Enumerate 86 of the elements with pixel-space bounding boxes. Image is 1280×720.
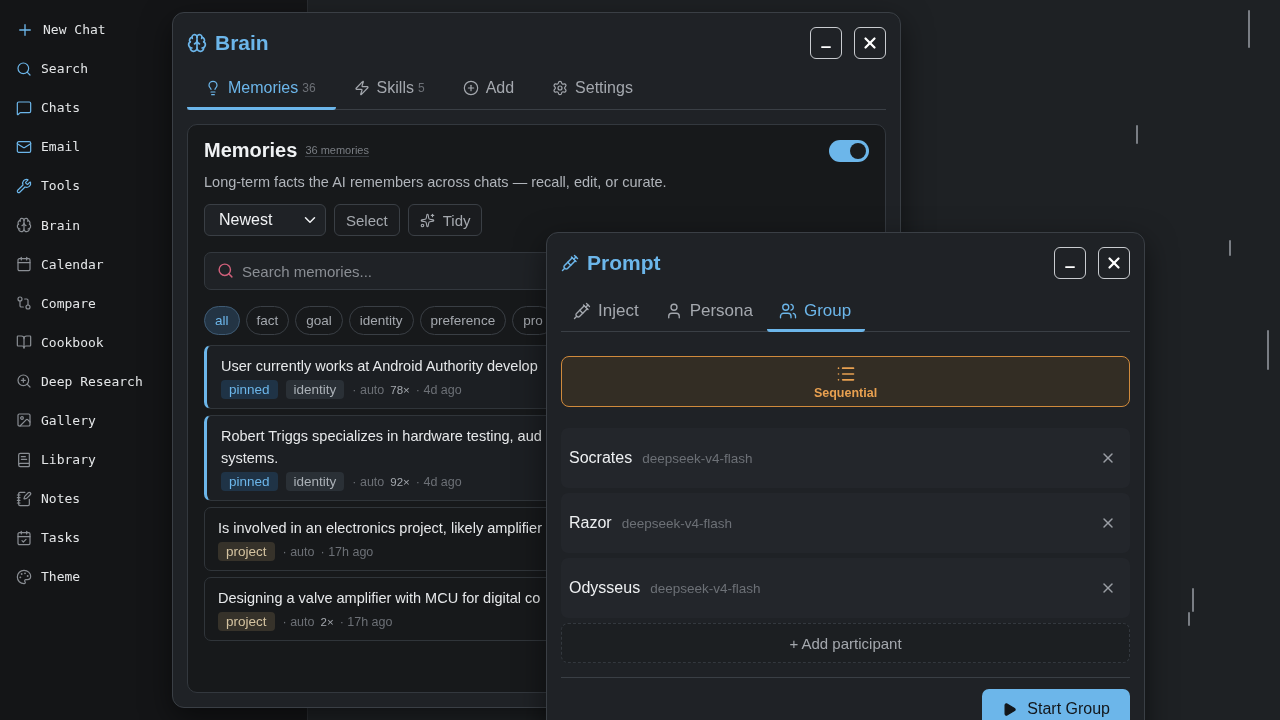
participant-name: Socrates xyxy=(569,449,633,467)
use-count: 2× xyxy=(320,615,334,628)
remove-button[interactable] xyxy=(1100,450,1116,466)
memory-age: · 17h ago xyxy=(320,544,374,559)
sidebar-item[interactable]: Theme xyxy=(16,557,81,597)
tab[interactable]: Skills 5 xyxy=(335,71,445,110)
panel-description: Long-term facts the AI remembers across chats — recall, edit, or curate. xyxy=(204,174,668,190)
sidebar-item[interactable]: Notes xyxy=(16,479,81,519)
memory-source: · auto xyxy=(282,614,315,629)
sidebar-item[interactable]: Calendar xyxy=(16,244,104,284)
sparkle-icon xyxy=(419,212,435,228)
participant-model: deepseek-v4-flash xyxy=(650,580,762,596)
remove-button[interactable] xyxy=(1100,580,1116,596)
memory-text: User currently works at Android Authority develop xyxy=(221,357,538,376)
close-icon xyxy=(1105,254,1123,272)
close-button[interactable] xyxy=(1098,247,1130,279)
participant-name: Razor xyxy=(569,514,612,532)
search-icon xyxy=(217,262,234,279)
tab[interactable]: Persona xyxy=(652,295,767,332)
memory-tag: identity xyxy=(285,380,345,399)
memory-count: 36 memories xyxy=(305,144,369,157)
participant-model: deepseek-v4-flash xyxy=(642,450,754,466)
sidebar-item[interactable]: Compare xyxy=(16,283,96,323)
memory-tag: project xyxy=(218,542,275,561)
memory-text: Designing a valve amplifier with MCU for digital co xyxy=(218,589,541,608)
tab[interactable]: Group xyxy=(766,295,866,332)
syringe-icon xyxy=(573,302,591,320)
sidebar-item[interactable]: Search xyxy=(16,49,88,89)
filter-chip[interactable]: preference xyxy=(419,306,507,335)
people-icon xyxy=(778,302,797,320)
memory-age: · 4d ago xyxy=(415,474,462,489)
sidebar-item[interactable]: Email xyxy=(16,127,81,167)
use-count: 78× xyxy=(390,383,410,396)
memory-text: Robert Triggs specializes in hardware testing, aud systems. xyxy=(221,427,542,468)
add-participant-button[interactable]: + Add participant xyxy=(561,623,1130,663)
syringe-icon xyxy=(561,254,579,272)
minimize-button[interactable] xyxy=(1054,247,1086,279)
memory-tag: project xyxy=(218,612,275,631)
window-title: Prompt xyxy=(587,251,662,275)
plus-circle-icon xyxy=(462,80,479,96)
participant-name: Odysseus xyxy=(569,579,641,597)
toolbar-button[interactable]: Tidy xyxy=(407,204,483,236)
tab[interactable]: Add xyxy=(444,71,535,110)
mode-option[interactable]: Sequential xyxy=(561,356,1130,407)
memory-tag: pinned xyxy=(221,472,278,491)
participant-model: deepseek-v4-flash xyxy=(621,515,733,531)
sidebar-item[interactable]: Tools xyxy=(16,166,81,206)
memory-tag: pinned xyxy=(221,380,278,399)
use-count: 92× xyxy=(390,475,410,488)
window-title: Brain xyxy=(215,31,270,55)
memory-source: · auto xyxy=(352,382,385,397)
sidebar-item[interactable]: Cookbook xyxy=(16,322,104,362)
toggle-switch[interactable] xyxy=(829,139,869,162)
tab[interactable]: Memories 36 xyxy=(187,71,336,110)
start-group-button[interactable]: Start Group xyxy=(982,689,1130,720)
sort-dropdown[interactable]: Newest xyxy=(204,204,326,236)
toolbar-button[interactable]: Select xyxy=(334,204,400,236)
tab[interactable]: Settings xyxy=(534,71,653,110)
memory-age: · 4d ago xyxy=(415,382,462,397)
memory-age: · 17h ago xyxy=(339,614,393,629)
remove-button[interactable] xyxy=(1100,515,1116,531)
filter-chip[interactable]: identity xyxy=(348,306,414,335)
filter-chip[interactable]: goal xyxy=(295,306,343,335)
memory-source: · auto xyxy=(352,474,385,489)
sidebar-item[interactable]: Tasks xyxy=(16,518,81,558)
sidebar-item[interactable]: Gallery xyxy=(16,400,96,441)
filter-chip[interactable]: fact xyxy=(245,306,290,335)
tab[interactable]: Inject xyxy=(561,295,653,332)
sidebar-item[interactable]: Deep Research xyxy=(16,361,143,401)
settings-icon xyxy=(552,80,569,96)
lightbulb-icon xyxy=(205,80,221,96)
sidebar-item[interactable]: Chats xyxy=(16,88,81,128)
sidebar-item[interactable]: New Chat xyxy=(16,10,106,50)
memory-text: Is involved in an electronics project, likely amplifier xyxy=(218,519,542,538)
close-button[interactable] xyxy=(854,27,886,59)
memory-source: · auto xyxy=(282,544,315,559)
sidebar-item[interactable]: Brain xyxy=(16,205,81,245)
panel-title: Memories xyxy=(204,139,298,162)
minimize-button[interactable] xyxy=(810,27,842,59)
close-icon xyxy=(861,34,879,52)
play-icon xyxy=(1002,701,1018,717)
sidebar-item[interactable]: Library xyxy=(16,440,96,480)
lightning-icon xyxy=(353,80,370,96)
filter-chip[interactable]: all xyxy=(204,306,240,335)
brain-icon xyxy=(187,33,207,53)
memory-tag: identity xyxy=(285,472,345,491)
